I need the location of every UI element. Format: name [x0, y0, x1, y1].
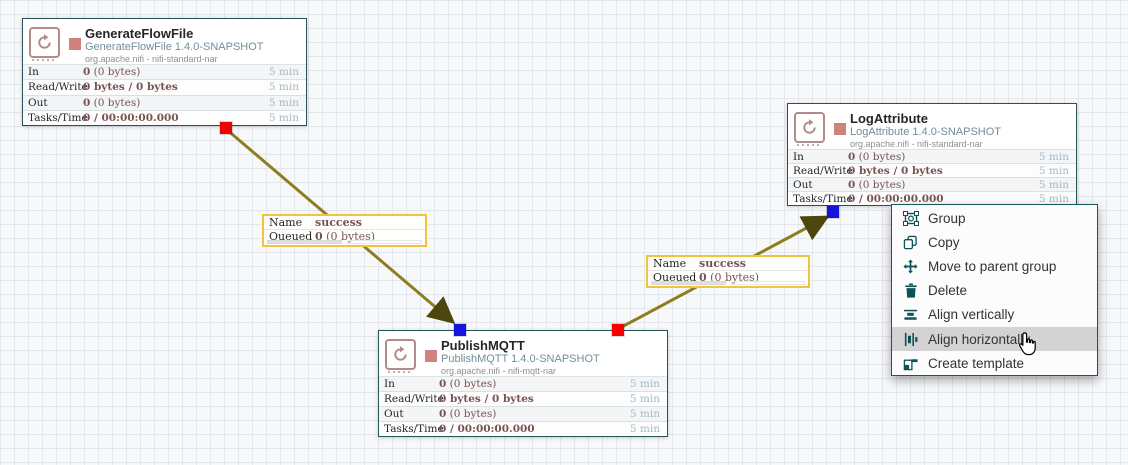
align-horizontal-icon [902, 331, 919, 348]
connection-name-row: Namesuccess [648, 257, 808, 271]
stopped-indicator-icon [69, 38, 81, 50]
stopped-indicator-icon [834, 123, 846, 135]
processor-stats: In0 (0 bytes)5 min Read/Write0 bytes / 0… [23, 64, 306, 125]
processor-logattribute[interactable]: LogAttribute LogAttribute 1.4.0-SNAPSHOT… [787, 103, 1077, 206]
menu-item-label: Move to parent group [928, 259, 1056, 274]
connection-source-endpoint[interactable] [612, 324, 624, 336]
processor-type: PublishMQTT 1.4.0-SNAPSHOT [441, 353, 667, 366]
stat-row-out: Out0 (0 bytes)5 min [23, 95, 306, 110]
processor-header: LogAttribute LogAttribute 1.4.0-SNAPSHOT… [788, 104, 1076, 149]
context-menu: Group Copy Move to parent group Delete A… [891, 204, 1098, 376]
mouse-cursor-icon [1016, 331, 1039, 362]
stat-row-tasks: Tasks/Time0 / 00:00:00.0005 min [788, 191, 1076, 205]
queue-percent-bars [267, 240, 422, 244]
processor-publishmqtt[interactable]: PublishMQTT PublishMQTT 1.4.0-SNAPSHOT o… [378, 330, 668, 437]
connection-source-endpoint[interactable] [220, 122, 232, 134]
align-vertical-icon [902, 306, 919, 323]
trash-icon [902, 282, 919, 299]
stat-row-tasks: Tasks/Time0 / 00:00:00.0005 min [23, 110, 306, 125]
processor-name: LogAttribute [850, 111, 1076, 126]
connection-destination-endpoint[interactable] [454, 324, 466, 336]
stat-row-in: In0 (0 bytes)5 min [379, 377, 667, 391]
connection-destination-endpoint[interactable] [827, 206, 839, 218]
processor-generateflowfile[interactable]: GenerateFlowFile GenerateFlowFile 1.4.0-… [22, 18, 307, 126]
processor-stats: In0 (0 bytes)5 min Read/Write0 bytes / 0… [788, 149, 1076, 205]
name-key: Name [269, 216, 315, 230]
menu-item-label: Create template [928, 356, 1024, 371]
processor-icon [29, 27, 60, 58]
menu-item-align-vertically[interactable]: Align vertically [892, 303, 1097, 327]
stopped-indicator-icon [425, 350, 437, 362]
processor-type: LogAttribute 1.4.0-SNAPSHOT [850, 126, 1076, 139]
connection-label[interactable]: Namesuccess Queued0 (0 bytes) [262, 214, 427, 247]
menu-item-copy[interactable]: Copy [892, 230, 1097, 254]
processor-header: GenerateFlowFile GenerateFlowFile 1.4.0-… [23, 19, 306, 64]
menu-item-create-template[interactable]: Create template [892, 351, 1097, 375]
processor-header: PublishMQTT PublishMQTT 1.4.0-SNAPSHOT o… [379, 331, 667, 376]
stat-row-out: Out0 (0 bytes)5 min [379, 406, 667, 421]
queue-percent-bars [651, 281, 805, 285]
stat-row-in: In0 (0 bytes)5 min [23, 65, 306, 79]
connection-name-row: Namesuccess [264, 216, 425, 230]
menu-item-label: Copy [928, 235, 960, 250]
stat-row-out: Out0 (0 bytes)5 min [788, 177, 1076, 191]
menu-item-label: Delete [928, 283, 967, 298]
processor-stats: In0 (0 bytes)5 min Read/Write0 bytes / 0… [379, 376, 667, 436]
menu-item-label: Align vertically [928, 307, 1014, 322]
flow-canvas[interactable]: Namesuccess Queued0 (0 bytes) Namesucces… [0, 0, 1128, 465]
processor-name: PublishMQTT [441, 338, 667, 353]
connection-label[interactable]: Namesuccess Queued0 (0 bytes) [646, 255, 810, 288]
processor-name: GenerateFlowFile [85, 26, 306, 41]
stat-row-tasks: Tasks/Time0 / 00:00:00.0005 min [379, 421, 667, 436]
name-value: success [315, 216, 362, 229]
stat-row-readwrite: Read/Write0 bytes / 0 bytes5 min [788, 163, 1076, 177]
name-value: success [699, 257, 746, 270]
move-icon [902, 258, 919, 275]
processor-icon [794, 112, 825, 143]
menu-item-delete[interactable]: Delete [892, 279, 1097, 303]
stat-row-in: In0 (0 bytes)5 min [788, 150, 1076, 163]
stat-row-readwrite: Read/Write0 bytes / 0 bytes5 min [379, 391, 667, 406]
menu-item-align-horizontally[interactable]: Align horizontally [892, 327, 1097, 351]
processor-icon [385, 339, 416, 370]
template-icon [902, 355, 919, 372]
menu-item-label: Group [928, 211, 966, 226]
menu-item-label: Align horizontally [928, 332, 1030, 347]
menu-item-move-to-parent-group[interactable]: Move to parent group [892, 254, 1097, 278]
copy-icon [902, 234, 919, 251]
processor-type: GenerateFlowFile 1.4.0-SNAPSHOT [85, 41, 306, 54]
group-icon [902, 210, 919, 227]
stat-row-readwrite: Read/Write0 bytes / 0 bytes5 min [23, 79, 306, 94]
name-key: Name [653, 257, 699, 271]
menu-item-group[interactable]: Group [892, 206, 1097, 230]
